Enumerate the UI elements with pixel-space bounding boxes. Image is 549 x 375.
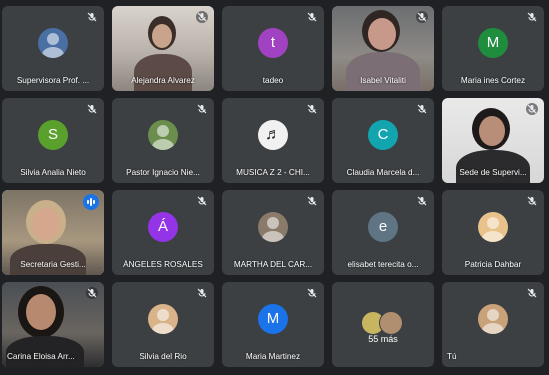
video-body (456, 150, 530, 183)
mic-off-icon (526, 11, 538, 23)
participant-tile[interactable]: M Maria Martinez (222, 282, 324, 367)
mic-off-icon (416, 195, 428, 207)
mic-off-icon (526, 195, 538, 207)
more-participants-avatars (361, 310, 405, 335)
participant-tile-self[interactable]: Tú (442, 282, 544, 367)
participant-name: Patricia Dahbar (464, 260, 522, 269)
more-participants-label: 55 más (368, 334, 398, 344)
participant-name: MARTHA DEL CAR... (233, 260, 313, 269)
participant-name: Claudia Marcela d... (346, 168, 420, 177)
participant-name: Secretaria Gesti... (20, 260, 86, 269)
participant-name: Supervisora Prof. ... (16, 76, 90, 85)
avatar: t (258, 28, 288, 59)
avatar (478, 212, 508, 243)
participant-tile[interactable]: ♬ MUSICA Z 2 - CHI... (222, 98, 324, 183)
mic-off-icon (306, 287, 318, 299)
mic-off-icon (306, 195, 318, 207)
participant-name: Silvia Analia Nieto (20, 168, 86, 177)
more-participants-tile[interactable]: 55 más (332, 282, 434, 367)
video-face (479, 116, 505, 146)
participant-tile[interactable]: e elisabet terecita o... (332, 190, 434, 275)
speaking-indicator-icon (83, 194, 99, 210)
participant-name: elisabet terecita o... (347, 260, 419, 269)
participant-name: Pastor Ignacio Nie... (126, 168, 200, 177)
participant-name: Isabel Vitaliti (360, 76, 406, 85)
avatar: S (38, 120, 68, 151)
participant-name: Carina Eloisa Arr... (7, 352, 75, 361)
participant-name: MUSICA Z 2 - CHI... (236, 168, 310, 177)
avatar: C (368, 120, 398, 151)
participant-name: Alejandra Alvarez (131, 76, 195, 85)
avatar (38, 28, 68, 59)
video-face (152, 24, 172, 48)
participant-tile[interactable]: Isabel Vitaliti (332, 6, 434, 91)
avatar (478, 304, 508, 335)
video-body (134, 54, 192, 91)
video-body (346, 52, 420, 91)
participant-tile[interactable]: Silvia del Rio (112, 282, 214, 367)
mic-off-icon (306, 103, 318, 115)
participant-name: Tú (447, 352, 457, 361)
participant-name: Maria ines Cortez (460, 76, 526, 85)
video-face (26, 294, 56, 330)
avatar (258, 212, 288, 243)
video-face (32, 208, 60, 240)
participant-tile[interactable]: t tadeo (222, 6, 324, 91)
video-face (368, 18, 396, 50)
mic-off-icon (86, 287, 98, 299)
mic-off-icon (86, 11, 98, 23)
avatar: M (478, 28, 508, 59)
participant-tile[interactable]: S Silvia Analia Nieto (2, 98, 104, 183)
mic-off-icon (86, 103, 98, 115)
participant-name: Sede de Supervi... (459, 168, 527, 177)
participant-tile[interactable]: Secretaria Gesti... (2, 190, 104, 275)
participant-tile[interactable]: Carina Eloisa Arr... (2, 282, 104, 367)
avatar: M (258, 304, 288, 335)
avatar (379, 310, 403, 335)
mic-off-icon (526, 103, 538, 115)
participant-tile[interactable]: C Claudia Marcela d... (332, 98, 434, 183)
avatar: Á (148, 212, 178, 243)
participant-grid: Supervisora Prof. ... Alejandra Alvarez … (2, 6, 544, 367)
participant-name: ÁNGELES ROSALES (123, 260, 203, 269)
participant-tile[interactable]: Sede de Supervi... (442, 98, 544, 183)
mic-off-icon (196, 103, 208, 115)
avatar (148, 304, 178, 335)
avatar: e (368, 212, 398, 243)
participant-tile[interactable]: Patricia Dahbar (442, 190, 544, 275)
participant-tile[interactable]: Supervisora Prof. ... (2, 6, 104, 91)
participant-tile[interactable]: Pastor Ignacio Nie... (112, 98, 214, 183)
avatar: ♬ (258, 120, 288, 151)
mic-off-icon (196, 195, 208, 207)
participant-name: tadeo (262, 76, 284, 85)
mic-off-icon (306, 11, 318, 23)
participant-tile[interactable]: M Maria ines Cortez (442, 6, 544, 91)
mic-off-icon (416, 11, 428, 23)
participant-name: Maria Martinez (245, 352, 301, 361)
mic-off-icon (196, 287, 208, 299)
mic-off-icon (526, 287, 538, 299)
avatar (148, 120, 178, 151)
participant-tile[interactable]: Á ÁNGELES ROSALES (112, 190, 214, 275)
mic-off-icon (196, 11, 208, 23)
participant-tile[interactable]: Alejandra Alvarez (112, 6, 214, 91)
participant-tile[interactable]: MARTHA DEL CAR... (222, 190, 324, 275)
mic-off-icon (416, 103, 428, 115)
participant-name: Silvia del Rio (139, 352, 187, 361)
